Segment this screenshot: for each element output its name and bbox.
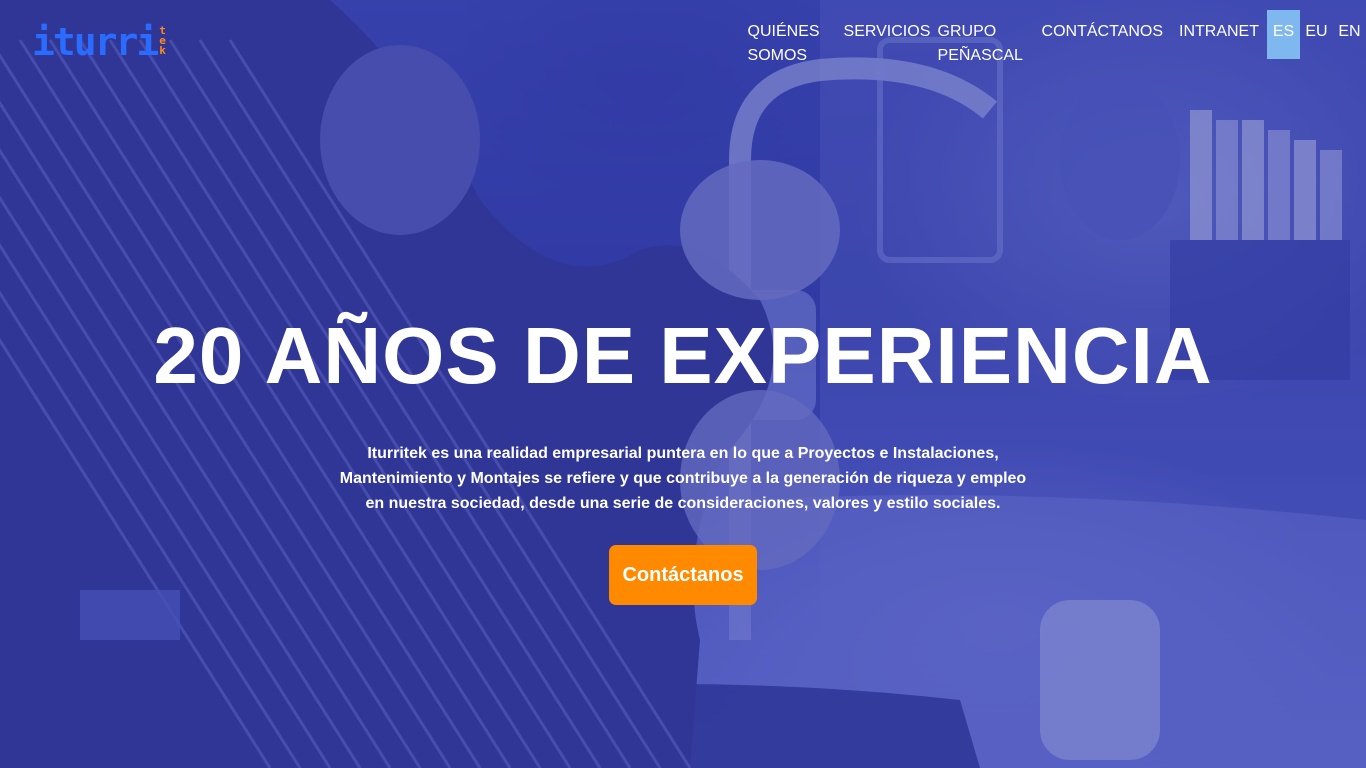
- nav-item-intranet[interactable]: INTRANET: [1179, 18, 1259, 46]
- logo-suffix: t e k: [159, 25, 166, 57]
- hero-headline: 20 AÑOS DE EXPERIENCIA: [153, 311, 1213, 400]
- language-eu[interactable]: EU: [1300, 10, 1333, 59]
- logo-wordmark: iturri: [32, 20, 159, 64]
- language-en[interactable]: EN: [1333, 10, 1366, 59]
- language-es[interactable]: ES: [1267, 10, 1300, 59]
- nav-item-grupo-penascal[interactable]: GRUPO PEÑASCAL: [938, 18, 1042, 70]
- nav-item-contactanos[interactable]: CONTÁCTANOS: [1042, 18, 1163, 46]
- nav-item-servicios[interactable]: SERVICIOS: [844, 18, 938, 46]
- logo-suffix-letter: k: [159, 44, 166, 57]
- site-header: iturri t e k QUIÉNES SOMOS SERVICIOS GRU…: [0, 0, 1366, 80]
- main-nav: QUIÉNES SOMOS SERVICIOS GRUPO PEÑASCAL C…: [748, 10, 1366, 70]
- contact-button[interactable]: Contáctanos: [609, 545, 757, 605]
- iturritek-logo[interactable]: iturri t e k: [32, 20, 166, 66]
- nav-item-quienes-somos[interactable]: QUIÉNES SOMOS: [748, 18, 844, 70]
- hero-description: Iturritek es una realidad empresarial pu…: [339, 445, 1027, 512]
